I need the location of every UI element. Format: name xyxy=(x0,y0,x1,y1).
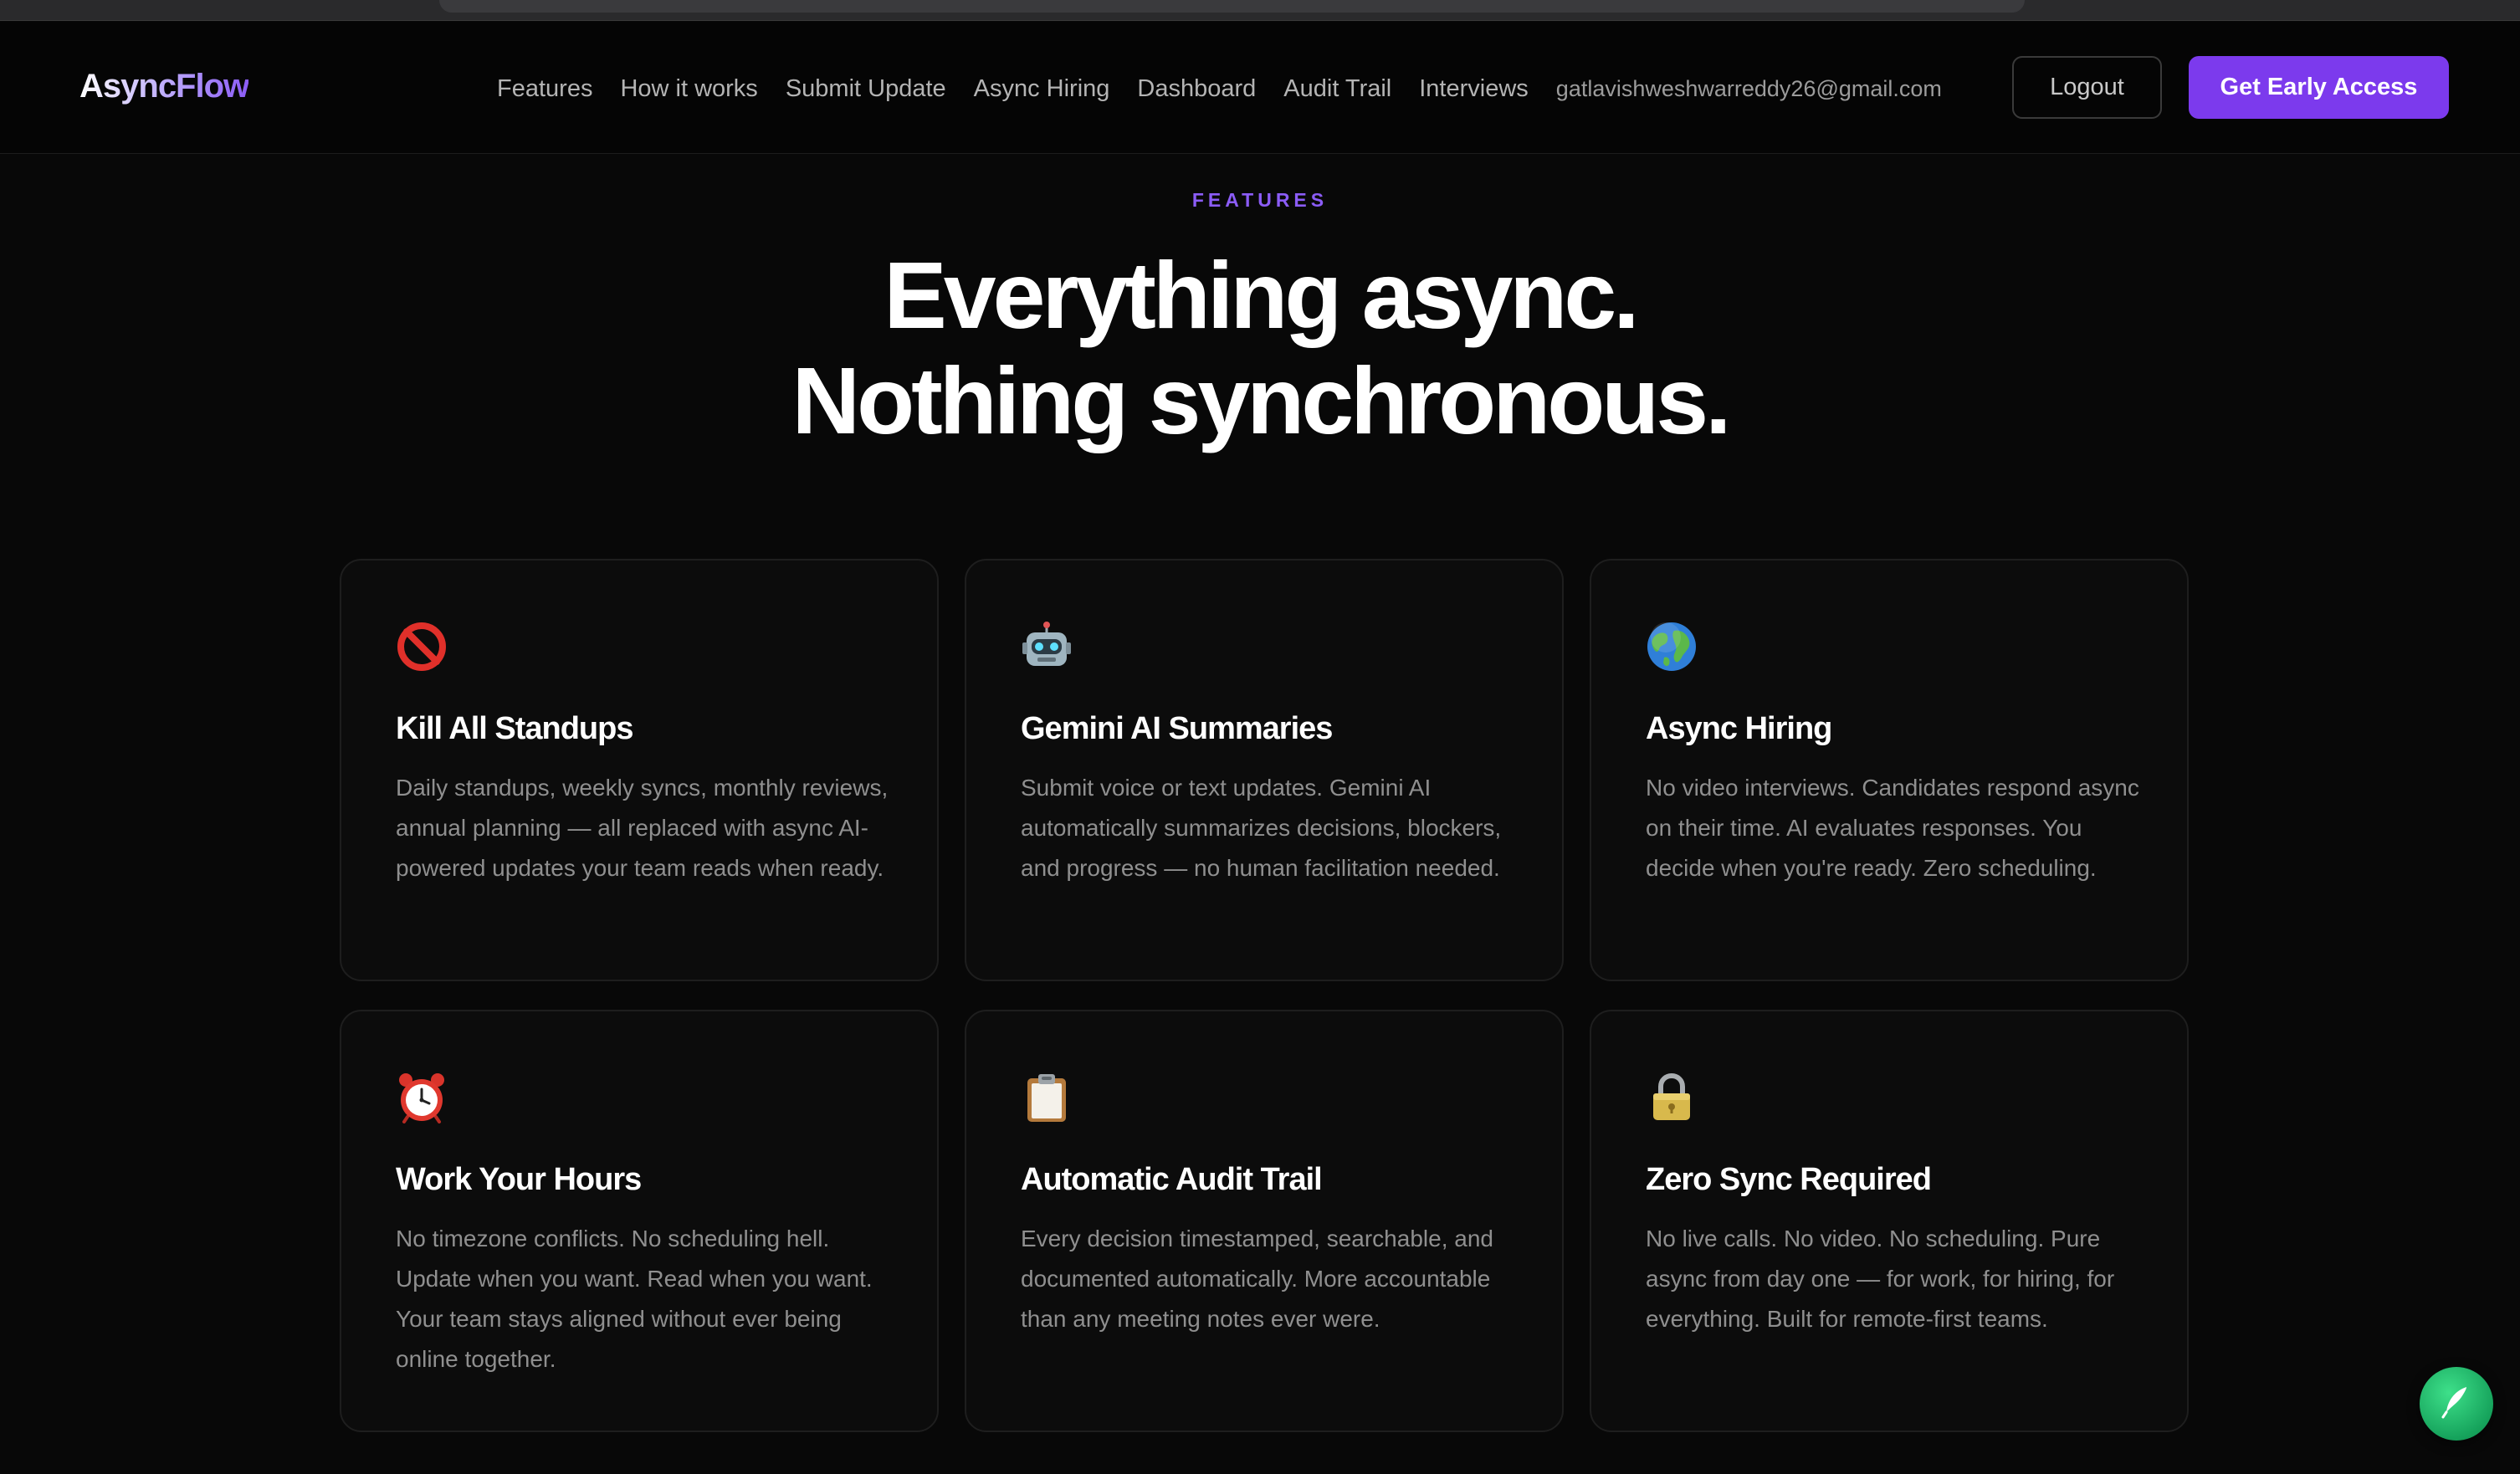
headline-line-2: Nothing synchronous. xyxy=(791,348,1731,453)
feature-title: Work Your Hours xyxy=(396,1162,642,1197)
feature-card-kill-all-standups: Kill All Standups Daily standups, weekly… xyxy=(340,559,939,981)
clipboard-icon xyxy=(1019,1070,1074,1125)
feature-title: Kill All Standups xyxy=(396,711,633,746)
prohibited-icon xyxy=(394,619,449,674)
address-bar[interactable] xyxy=(439,0,2025,13)
feature-description: No live calls. No video. No scheduling. … xyxy=(1646,1226,2115,1332)
nav-link-interviews[interactable]: Interviews xyxy=(1419,75,1529,103)
feature-description: Submit voice or text updates. Gemini AI … xyxy=(1021,775,1502,881)
feature-title: Zero Sync Required xyxy=(1646,1162,1932,1197)
logout-button[interactable]: Logout xyxy=(2012,56,2162,119)
user-email: gatlavishweshwarreddy26@gmail.com xyxy=(1555,75,1942,101)
feature-title: Gemini AI Summaries xyxy=(1021,711,1333,746)
feather-icon xyxy=(2438,1384,2475,1425)
logo[interactable]: AsyncFlow xyxy=(79,68,249,105)
nav-link-audit-trail[interactable]: Audit Trail xyxy=(1283,75,1391,103)
feature-card-work-your-hours: Work Your Hours No timezone conflicts. N… xyxy=(340,1010,939,1432)
feature-title: Async Hiring xyxy=(1646,711,1832,746)
feature-description: Daily standups, weekly syncs, monthly re… xyxy=(396,775,889,881)
robot-icon xyxy=(1019,619,1074,674)
browser-toolbar xyxy=(0,0,2520,21)
lock-icon xyxy=(1644,1070,1699,1125)
nav-link-dashboard[interactable]: Dashboard xyxy=(1137,75,1256,103)
feature-description: Every decision timestamped, searchable, … xyxy=(1021,1226,1493,1332)
nav-links: Features How it works Submit Update Asyn… xyxy=(497,72,1942,105)
headline-line-1: Everything async. xyxy=(884,243,1639,348)
top-navigation: AsyncFlow Features How it works Submit U… xyxy=(0,22,2520,154)
feature-card-automatic-audit-trail: Automatic Audit Trail Every decision tim… xyxy=(965,1010,1564,1432)
feature-card-async-hiring: Async Hiring No video interviews. Candid… xyxy=(1590,559,2189,981)
nav-link-submit-update[interactable]: Submit Update xyxy=(786,75,946,103)
feature-description: No video interviews. Candidates respond … xyxy=(1646,775,2139,881)
page-headline: Everything async. Nothing synchronous. xyxy=(0,243,2520,453)
feature-card-zero-sync-required: Zero Sync Required No live calls. No vid… xyxy=(1590,1010,2189,1432)
nav-link-how-it-works[interactable]: How it works xyxy=(620,75,757,103)
alarm-clock-icon xyxy=(394,1070,449,1125)
feature-card-gemini-ai-summaries: Gemini AI Summaries Submit voice or text… xyxy=(965,559,1564,981)
feature-description: No timezone conflicts. No scheduling hel… xyxy=(396,1226,873,1372)
get-early-access-button[interactable]: Get Early Access xyxy=(2189,56,2449,119)
feather-assistant-button[interactable] xyxy=(2420,1367,2493,1441)
globe-icon xyxy=(1644,619,1699,674)
section-eyebrow: FEATURES xyxy=(1191,189,1329,211)
nav-link-features[interactable]: Features xyxy=(497,75,592,103)
feature-title: Automatic Audit Trail xyxy=(1021,1162,1323,1197)
nav-link-async-hiring[interactable]: Async Hiring xyxy=(974,75,1110,103)
